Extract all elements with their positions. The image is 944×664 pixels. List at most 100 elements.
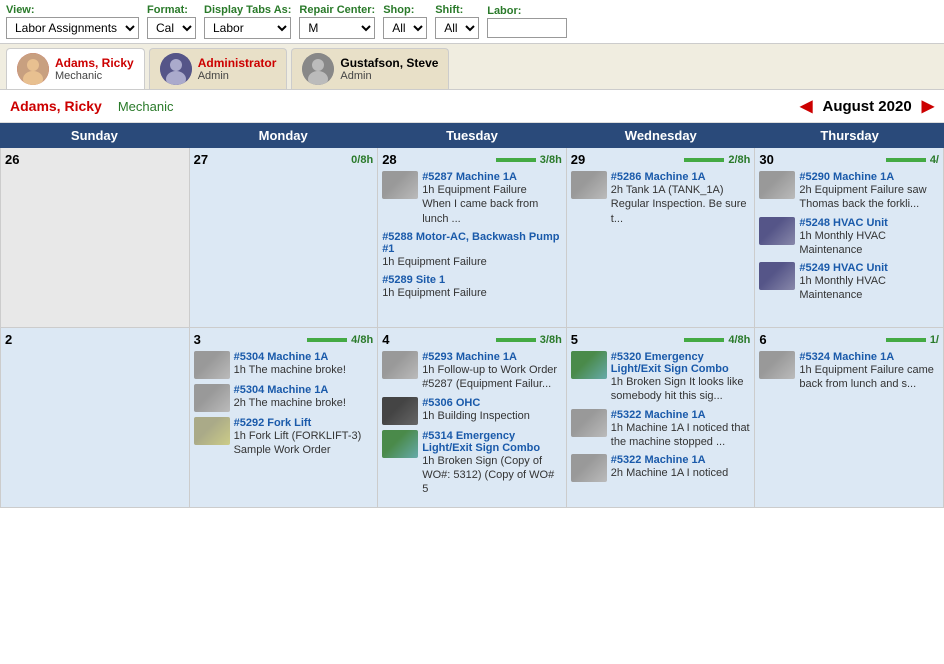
cell-hours-3: 4/8h: [307, 334, 373, 346]
labor-input[interactable]: [487, 18, 567, 38]
cal-cell-28: 28 3/8h #5287 Machine 1A 1h Equipment Fa…: [378, 148, 567, 328]
view-group: View: Labor Assignments: [6, 4, 139, 39]
wo-item: #5304 Machine 1A 2h The machine broke!: [194, 384, 374, 412]
wo-title[interactable]: #5314 Emergency Light/Exit Sign Combo: [422, 430, 562, 454]
wo-desc: 2h The machine broke!: [234, 396, 374, 410]
cal-cell-3: 3 4/8h #5304 Machine 1A 1h The machine b…: [190, 328, 379, 508]
wo-title[interactable]: #5293 Machine 1A: [422, 351, 562, 363]
tab-name-adams: Adams, Ricky: [55, 56, 134, 70]
shift-group: Shift: All: [435, 4, 479, 39]
calendar-grid: 26 27 0/8h 28 3/8h #5287 Machine 1A 1h E…: [0, 148, 944, 508]
cal-cell-5: 5 4/8h #5320 Emergency Light/Exit Sign C…: [567, 328, 756, 508]
wo-title[interactable]: #5288 Motor-AC, Backwash Pump #1: [382, 231, 562, 255]
wo-details: #5293 Machine 1A 1h Follow-up to Work Or…: [422, 351, 562, 392]
wo-item: #5248 HVAC Unit 1h Monthly HVAC Maintena…: [759, 217, 939, 258]
display-select[interactable]: Labor: [204, 17, 291, 39]
cell-date-3: 3: [194, 332, 201, 347]
wo-thumb: [382, 397, 418, 425]
cell-hours-30: 4/: [886, 154, 939, 166]
wo-title[interactable]: #5248 HVAC Unit: [799, 217, 939, 229]
wo-desc: 2h Machine 1A I noticed: [611, 466, 751, 480]
cell-top-5: 5 4/8h: [571, 332, 751, 347]
avatar-adams: [17, 53, 49, 85]
wo-details: #5249 HVAC Unit 1h Monthly HVAC Maintena…: [799, 262, 939, 303]
cell-hours-4: 3/8h: [496, 334, 562, 346]
wo-title[interactable]: #5292 Fork Lift: [234, 417, 374, 429]
wo-desc: 1h Broken Sign It looks like somebody hi…: [611, 375, 751, 404]
wo-thumb: [382, 351, 418, 379]
wo-details: #5324 Machine 1A 1h Equipment Failure ca…: [799, 351, 939, 392]
repair-select[interactable]: M: [299, 17, 375, 39]
prev-month-button[interactable]: ◀: [800, 96, 812, 116]
wo-item: #5304 Machine 1A 1h The machine broke!: [194, 351, 374, 379]
wo-title[interactable]: #5289 Site 1: [382, 274, 562, 286]
wo-thumb: [759, 171, 795, 199]
display-group: Display Tabs As: Labor: [204, 4, 291, 39]
tab-adams[interactable]: Adams, Ricky Mechanic: [6, 48, 145, 89]
month-title: August 2020: [822, 98, 911, 115]
cal-cell-2: 2: [1, 328, 190, 508]
cell-hours-5: 4/8h: [684, 334, 750, 346]
wo-title[interactable]: #5322 Machine 1A: [611, 454, 751, 466]
wo-details: #5314 Emergency Light/Exit Sign Combo 1h…: [422, 430, 562, 497]
cell-top-2: 2: [5, 332, 185, 347]
wo-title[interactable]: #5286 Machine 1A: [611, 171, 751, 183]
wo-details: #5289 Site 1 1h Equipment Failure: [382, 274, 562, 300]
day-header-tuesday: Tuesday: [378, 123, 567, 148]
repair-label: Repair Center:: [299, 4, 375, 16]
wo-thumb: [571, 454, 607, 482]
wo-item: #5287 Machine 1A 1h Equipment FailureWhe…: [382, 171, 562, 226]
wo-thumb: [571, 409, 607, 437]
wo-title[interactable]: #5306 OHC: [422, 397, 562, 409]
wo-desc: 1h Monthly HVAC Maintenance: [799, 274, 939, 303]
cell-date-27: 27: [194, 152, 208, 167]
format-select[interactable]: Cal: [147, 17, 196, 39]
tab-info-gustafson: Gustafson, Steve Admin: [340, 56, 438, 82]
wo-title[interactable]: #5320 Emergency Light/Exit Sign Combo: [611, 351, 751, 375]
wo-item: #5289 Site 1 1h Equipment Failure: [382, 274, 562, 300]
wo-title[interactable]: #5290 Machine 1A: [799, 171, 939, 183]
wo-title[interactable]: #5324 Machine 1A: [799, 351, 939, 363]
wo-thumb: [194, 351, 230, 379]
calendar-person-name: Adams, Ricky: [10, 98, 102, 114]
format-group: Format: Cal: [147, 4, 196, 39]
wo-details: #5322 Machine 1A 1h Machine 1A I noticed…: [611, 409, 751, 450]
view-select[interactable]: Labor Assignments: [6, 17, 139, 39]
wo-item: #5293 Machine 1A 1h Follow-up to Work Or…: [382, 351, 562, 392]
tab-admin[interactable]: Administrator Admin: [149, 48, 288, 89]
wo-item: #5306 OHC 1h Building Inspection: [382, 397, 562, 425]
tab-info-admin: Administrator Admin: [198, 56, 277, 82]
format-label: Format:: [147, 4, 196, 16]
day-header-thursday: Thursday: [755, 123, 944, 148]
wo-thumb: [571, 171, 607, 199]
tab-role-adams: Mechanic: [55, 70, 134, 82]
cell-hours-27: 0/8h: [351, 154, 373, 166]
cell-hours-29: 2/8h: [684, 154, 750, 166]
shop-select[interactable]: All: [383, 17, 427, 39]
calendar-person-role: Mechanic: [118, 99, 174, 114]
cell-date-2: 2: [5, 332, 12, 347]
wo-title[interactable]: #5322 Machine 1A: [611, 409, 751, 421]
tab-gustafson[interactable]: Gustafson, Steve Admin: [291, 48, 449, 89]
cell-hours-28: 3/8h: [496, 154, 562, 166]
wo-item: #5249 HVAC Unit 1h Monthly HVAC Maintena…: [759, 262, 939, 303]
next-month-button[interactable]: ▶: [922, 96, 934, 116]
wo-item: #5322 Machine 1A 2h Machine 1A I noticed: [571, 454, 751, 482]
wo-desc: 1h Equipment Failure: [382, 286, 562, 300]
wo-title[interactable]: #5287 Machine 1A: [422, 171, 562, 183]
wo-item: #5290 Machine 1A 2h Equipment Failure sa…: [759, 171, 939, 212]
day-headers: Sunday Monday Tuesday Wednesday Thursday: [0, 123, 944, 148]
wo-title[interactable]: #5249 HVAC Unit: [799, 262, 939, 274]
wo-title[interactable]: #5304 Machine 1A: [234, 384, 374, 396]
wo-desc: 1h Broken Sign (Copy of WO#: 5312) (Copy…: [422, 454, 562, 497]
cal-cell-29: 29 2/8h #5286 Machine 1A 2h Tank 1A (TAN…: [567, 148, 756, 328]
wo-title[interactable]: #5304 Machine 1A: [234, 351, 374, 363]
cal-cell-4: 4 3/8h #5293 Machine 1A 1h Follow-up to …: [378, 328, 567, 508]
labor-label: Labor:: [487, 5, 567, 17]
wo-thumb: [759, 262, 795, 290]
wo-thumb: [759, 217, 795, 245]
wo-details: #5306 OHC 1h Building Inspection: [422, 397, 562, 423]
wo-item: #5288 Motor-AC, Backwash Pump #1 1h Equi…: [382, 231, 562, 269]
wo-thumb: [194, 417, 230, 445]
shift-select[interactable]: All: [435, 17, 479, 39]
